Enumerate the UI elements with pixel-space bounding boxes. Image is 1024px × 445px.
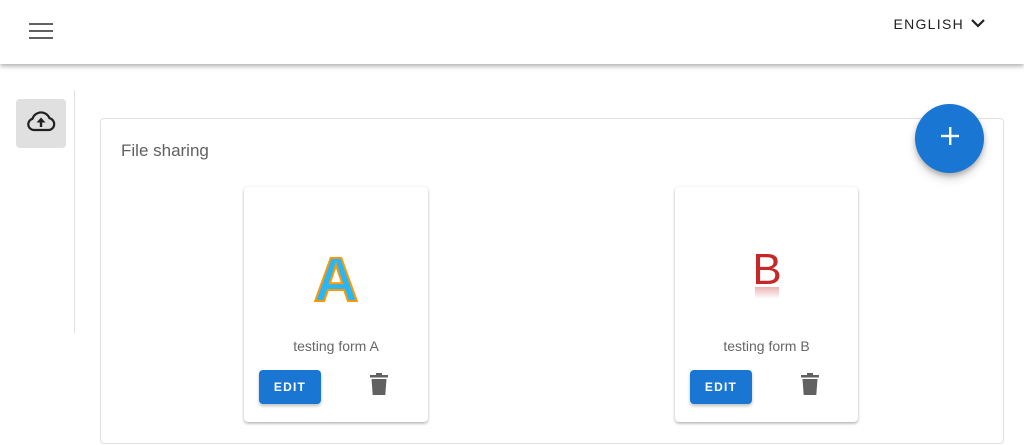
trash-icon [801,372,819,400]
section-title: File sharing [121,141,209,160]
file-card: A testing form A EDIT [244,187,428,422]
file-card: B testing form B EDIT [675,187,858,422]
cloud-upload-icon [26,110,56,137]
language-label: ENGLISH [893,16,964,32]
trash-icon [370,372,388,400]
file-thumbnail: A [244,227,428,317]
thumbnail-letter: B [752,245,781,294]
thumbnail-letter: A [314,246,359,307]
sidebar-divider [74,90,75,333]
plus-icon [940,126,960,151]
add-file-button[interactable] [915,104,984,173]
upload-button[interactable] [16,99,66,148]
edit-button[interactable]: EDIT [259,370,321,404]
letter-reflection [754,287,779,299]
edit-button[interactable]: EDIT [690,370,752,404]
file-sharing-panel: File sharing [100,118,1004,444]
delete-button[interactable] [367,372,391,400]
file-title: testing form A [293,338,379,354]
top-app-bar: ENGLISH [0,0,1024,64]
language-selector[interactable]: ENGLISH [893,14,986,34]
hamburger-menu-icon[interactable] [26,18,56,44]
file-thumbnail: B [675,227,858,317]
file-title: testing form B [723,338,810,354]
delete-button[interactable] [798,372,822,400]
chevron-down-icon [970,16,986,32]
